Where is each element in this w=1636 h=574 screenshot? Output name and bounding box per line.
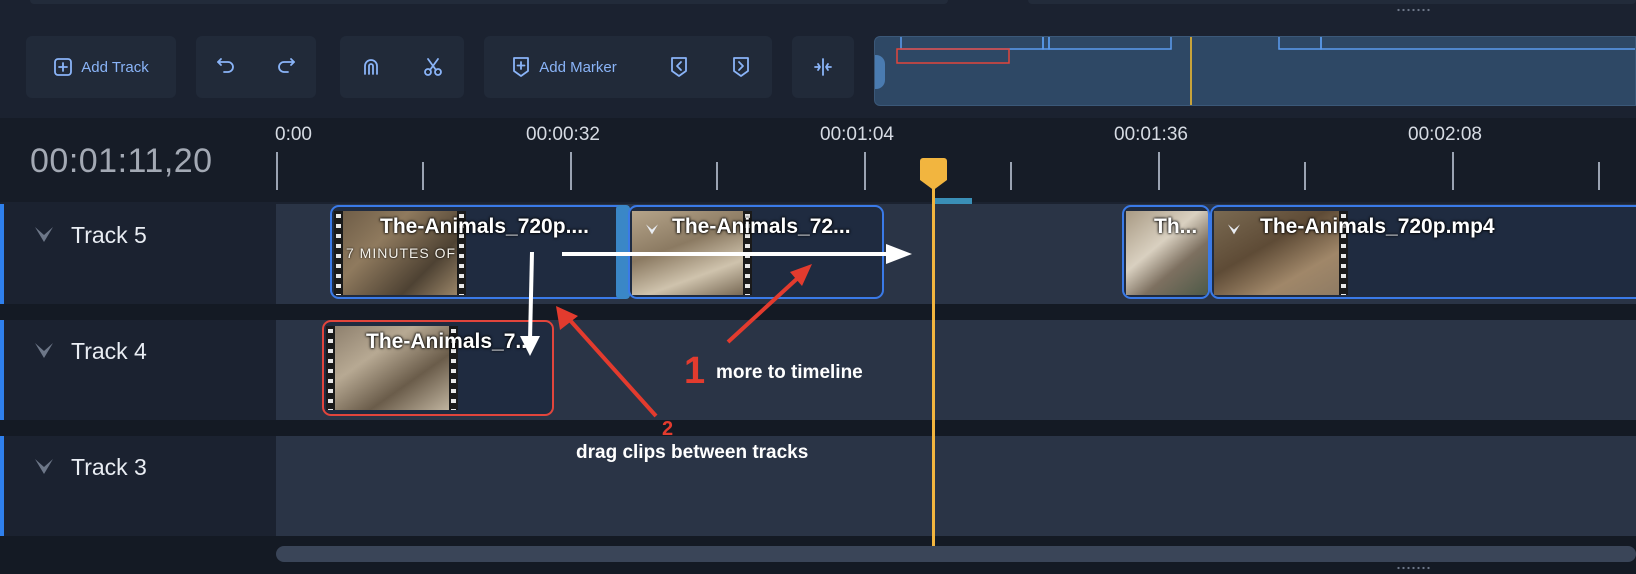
clip-t5-d[interactable]: The-Animals_720p.mp4 (1210, 205, 1636, 299)
thumbnail-burnin-text: 7 MINUTES OF (346, 245, 457, 261)
panel-resize-grip-top[interactable] (1396, 8, 1430, 12)
track-name: Track 4 (71, 338, 147, 364)
ruler-minor-tick (1304, 162, 1306, 190)
timeline-horizontal-scrollbar[interactable] (276, 546, 1636, 562)
chevron-down-icon[interactable] (32, 338, 56, 362)
redo-button[interactable] (256, 36, 316, 98)
clip-t5-b[interactable]: The-Animals_72... (628, 205, 884, 299)
track-accent-bar (0, 204, 4, 304)
track-accent-bar (0, 320, 4, 420)
step1-caption: more to timeline (716, 362, 863, 383)
current-timecode: 00:01:11,20 (30, 142, 213, 180)
clip-title: The-Animals_720p.... (380, 215, 589, 238)
add-track-label: Add Track (81, 58, 149, 76)
step2-caption: drag clips between tracks (576, 442, 809, 463)
redo-icon (278, 58, 295, 73)
ruler-label: 00:01:36 (1114, 124, 1188, 145)
top-panel-edge (0, 0, 1636, 14)
track-header-3[interactable]: Track 3 (0, 436, 276, 536)
filmstrip-edge (326, 326, 335, 410)
snap-toggle-button[interactable] (340, 36, 402, 98)
add-square-icon (54, 58, 73, 76)
playhead-handle[interactable] (920, 158, 947, 190)
overview-clip-map (896, 37, 1635, 105)
marker-add-icon (513, 57, 530, 77)
clip-t4-a[interactable]: The-Animals_7... (322, 320, 554, 416)
upper-panel-edge-right (1028, 0, 1636, 4)
undo-icon (217, 58, 234, 73)
step1-number: 1 (684, 350, 706, 392)
toolbar-group-gap (792, 36, 854, 98)
time-ruler[interactable]: 00:01:11,20 0:00 00:00:32 00:01:04 00:01… (0, 118, 1636, 202)
previous-marker-icon (671, 57, 687, 77)
magnet-snap-icon (364, 59, 378, 75)
undo-button[interactable] (196, 36, 256, 98)
ruler-minor-tick (716, 162, 718, 190)
add-track-button[interactable]: Add Track (26, 36, 176, 98)
track-separator (0, 420, 1636, 436)
ruler-major-tick (1158, 152, 1160, 190)
track-separator (0, 304, 1636, 320)
toolbar-group-history (196, 36, 316, 98)
clip-title: Th... (1154, 215, 1198, 238)
toolbar-group-edit (340, 36, 464, 98)
chevron-down-icon[interactable] (644, 221, 660, 237)
upper-panel-edge-left (30, 0, 948, 4)
track-name: Track 5 (71, 222, 147, 248)
timeline-editor: Add Track Add Marker 00:01:11,20 0:00 00… (0, 0, 1636, 574)
ruler-major-tick (864, 152, 866, 190)
track-header-5[interactable]: Track 5 (0, 204, 276, 304)
ruler-minor-tick (1598, 162, 1600, 190)
add-marker-label: Add Marker (539, 58, 617, 76)
scissors-icon (424, 58, 442, 76)
track-lane-3[interactable] (276, 436, 1636, 536)
ruler-label: 0:00 (275, 124, 312, 145)
ruler-minor-tick (1010, 162, 1012, 190)
clip-title: The-Animals_720p.mp4 (1260, 215, 1495, 238)
clip-title: The-Animals_72... (672, 215, 851, 238)
track-accent-bar (0, 436, 4, 536)
timeline-overview-minimap[interactable] (874, 36, 1636, 106)
clip-title: The-Animals_7... (366, 330, 533, 353)
ruler-label: 00:01:04 (820, 124, 894, 145)
filmstrip-edge (334, 211, 343, 295)
toolbar-group-track: Add Track (26, 36, 176, 98)
panel-resize-grip-bottom[interactable] (1396, 566, 1430, 570)
next-marker-button[interactable] (710, 36, 772, 98)
ruler-minor-tick (422, 162, 424, 190)
playhead-line[interactable] (932, 172, 935, 546)
step2-number: 2 (662, 418, 674, 440)
ruler-label: 00:00:32 (526, 124, 600, 145)
clip-t5-c[interactable]: Th... (1122, 205, 1210, 299)
ruler-major-tick (1452, 152, 1454, 190)
toolbar-group-markers: Add Marker (484, 36, 772, 98)
add-marker-button[interactable]: Add Marker (484, 36, 644, 98)
ruler-major-tick (570, 152, 572, 190)
ruler-label: 00:02:08 (1408, 124, 1482, 145)
previous-marker-button[interactable] (648, 36, 710, 98)
collapse-gap-icon (814, 58, 832, 76)
playhead-range-indicator (934, 198, 972, 204)
next-marker-icon (733, 57, 749, 77)
clip-t5-a[interactable]: 7 MINUTES OF The-Animals_720p.... (330, 205, 632, 299)
chevron-down-icon[interactable] (32, 454, 56, 478)
chevron-down-icon[interactable] (32, 222, 56, 246)
collapse-gaps-button[interactable] (792, 36, 854, 98)
track-name: Track 3 (71, 454, 147, 480)
chevron-down-icon[interactable] (1226, 221, 1242, 237)
track-header-4[interactable]: Track 4 (0, 320, 276, 420)
ruler-major-tick (276, 152, 278, 190)
split-clip-button[interactable] (402, 36, 464, 98)
